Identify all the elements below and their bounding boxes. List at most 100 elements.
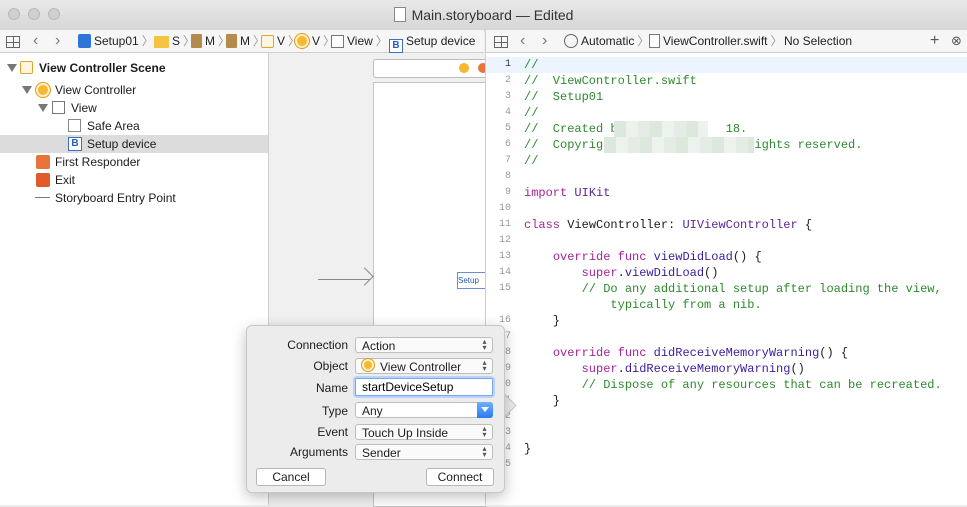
arguments-select[interactable]: Sender ▴ ▾ [355,444,493,460]
back-button[interactable]: ‹ [520,33,525,49]
code-line[interactable]: 10 [486,201,967,217]
code-editor[interactable]: 1 // 2 // ViewController.swift 3 // Setup01 4 /… [486,53,967,505]
back-button[interactable]: ‹ [33,33,38,49]
window-title-text: Main.storyboard — Edited [411,7,574,23]
view-icon [331,35,344,48]
window-title: Main.storyboard — Edited [0,7,967,23]
button-icon: B [68,137,82,151]
grid-icon [494,36,508,48]
setup-device-button[interactable]: Setup [457,272,487,289]
event-select[interactable]: Touch Up Inside ▴ ▾ [355,424,493,440]
code-text: // Dispose of any resources that can be … [524,378,942,392]
counterparts-icon [564,34,578,48]
connect-button[interactable]: Connect [426,468,494,486]
connection-value: Action [362,339,396,353]
outline-item-view-controller[interactable]: View Controller [0,81,268,99]
related-items-button[interactable] [494,33,511,49]
storyboard-icon [226,34,237,48]
code-line[interactable]: 13 override func viewDidLoad() { [486,249,967,265]
code-line[interactable]: typically from a nib. [486,297,967,313]
code-text: // ViewController.swift [524,74,697,88]
code-line[interactable]: 12 [486,233,967,249]
outline-item-entry-point[interactable]: Storyboard Entry Point [0,189,268,207]
jump-item-view[interactable]: View 〉 [331,33,391,49]
disclosure-triangle-icon[interactable] [22,86,32,94]
automatic-label: Automatic [581,34,635,48]
stepper-arrows-icon: ▴ ▾ [482,358,487,373]
code-line[interactable]: 14 super.viewDidLoad() [486,265,967,281]
object-value: View Controller [380,360,462,374]
type-combobox[interactable]: Any [355,402,493,418]
outline-item-label: Safe Area [87,119,140,133]
code-text: import UIKit [524,186,611,200]
code-line[interactable]: 19 super.didReceiveMemoryWarning() [486,361,967,377]
jump-item-project[interactable]: Setup01 〉 [78,33,157,49]
code-line[interactable]: 5// Created b 18. [486,121,967,137]
outline-item-first-responder[interactable]: First Responder [0,153,268,171]
jump-item-selection[interactable]: No Selection [784,33,852,49]
code-line[interactable]: 17 [486,329,967,345]
exit-icon [36,173,50,187]
name-field[interactable] [355,378,493,396]
scene-icon [261,35,274,48]
code-line[interactable]: 23 [486,425,967,441]
code-text: super.didReceiveMemoryWarning() [581,362,805,376]
code-line[interactable]: 15 // Do any additional setup after load… [486,281,967,297]
code-line[interactable]: 8 [486,169,967,185]
code-line[interactable]: 3 // Setup01 [486,89,967,105]
code-text: class ViewController: UIViewController { [524,218,813,232]
code-line[interactable]: 2 // ViewController.swift [486,73,967,89]
forward-button[interactable]: › [55,33,60,49]
safe-area-icon [68,119,81,132]
automatic-mode-menu[interactable]: Automatic 〉 [564,33,652,49]
code-text: // [524,58,539,72]
chevron-down-icon[interactable] [477,402,493,418]
event-value: Touch Up Inside [362,426,449,440]
scene-dock[interactable] [373,59,488,78]
stepper-arrows-icon: ▴ ▾ [482,444,487,459]
code-line[interactable]: 11 class ViewController: UIViewController… [486,217,967,233]
code-line[interactable]: 7 // [486,153,967,169]
code-line[interactable]: 25 [486,457,967,473]
jump-item-label: V [277,34,286,48]
code-text: typically from a nib. [524,298,762,312]
code-line[interactable]: 22 [486,409,967,425]
jump-item-swift-file[interactable]: ViewController.swift 〉 [649,33,786,49]
document-outline: View Controller Scene View Controller Vi… [0,53,269,505]
view-controller-icon[interactable] [459,63,469,73]
view-controller-icon [36,83,50,97]
close-editor-button[interactable]: ⊗ [951,33,962,49]
code-line[interactable]: 18 override func didReceiveMemoryWarning… [486,345,967,361]
jump-item-label: M [205,34,215,48]
code-line[interactable]: 20 // Dispose of any resources that can … [486,377,967,393]
line-number: 3 [504,91,511,102]
selection-label: No Selection [784,34,853,48]
code-line[interactable]: 21 } [486,393,967,409]
code-line[interactable]: 4 // [486,105,967,121]
outline-item-view[interactable]: View [0,99,268,117]
add-editor-button[interactable]: + [930,33,939,49]
code-line[interactable]: 16 } [486,313,967,329]
forward-button[interactable]: › [542,33,547,49]
line-number: 5 [504,123,511,134]
jump-item-setup-device[interactable]: B Setup device [389,33,475,53]
file-label: ViewController.swift [663,34,768,48]
object-select[interactable]: View Controller ▴ ▾ [355,358,493,374]
outline-item-safe-area[interactable]: Safe Area [0,117,268,135]
disclosure-triangle-icon[interactable] [38,104,48,112]
outline-item-setup-device[interactable]: B Setup device [0,135,268,153]
code-line[interactable]: 9 import UIKit [486,185,967,201]
disclosure-triangle-icon[interactable] [7,64,17,72]
storyboard-jump-bar: ‹ › Setup01〉 S〉 M〉 M〉 V〉 V〉 View〉 BSetup… [0,30,484,53]
outline-item-label: View [71,101,97,115]
code-line[interactable]: 24} [486,441,967,457]
cancel-button[interactable]: Cancel [256,468,326,486]
line-number: 8 [504,171,511,182]
outline-item-scene[interactable]: View Controller Scene [0,59,268,77]
jump-item-label: View [347,34,373,48]
code-text: } [524,442,532,456]
connection-select[interactable]: Action ▴ ▾ [355,337,493,353]
outline-item-exit[interactable]: Exit [0,171,268,189]
code-line[interactable]: 1 // [486,57,967,73]
related-items-button[interactable] [6,33,23,49]
